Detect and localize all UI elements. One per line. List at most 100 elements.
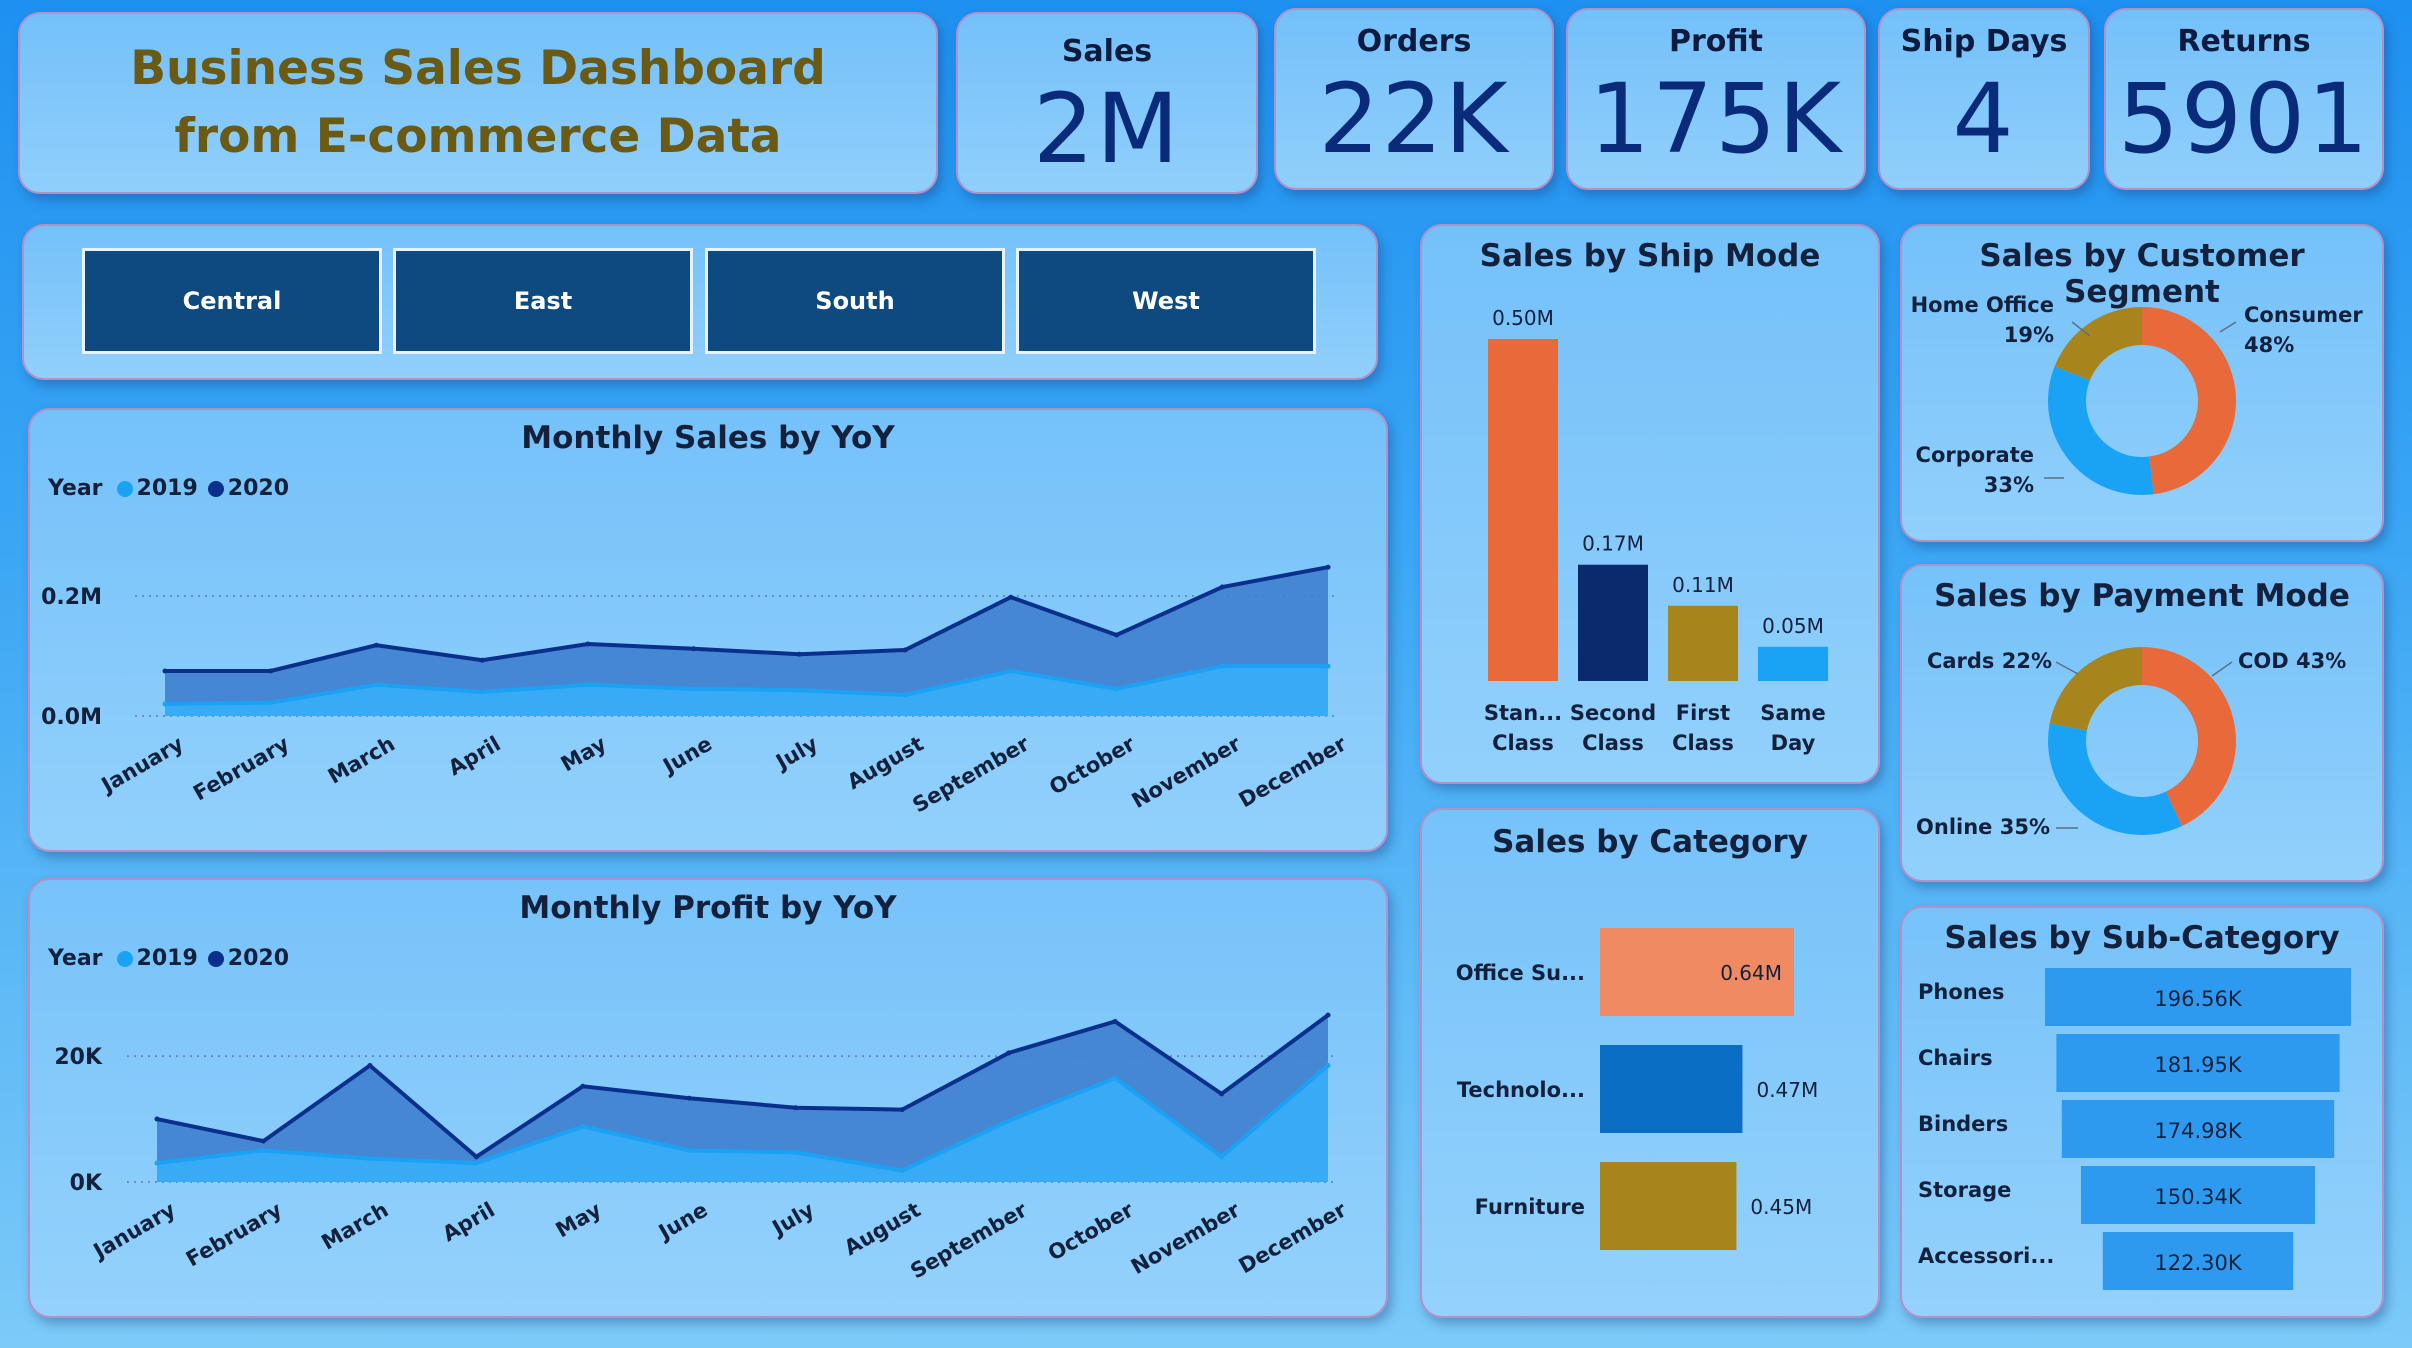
x-tick-label: September xyxy=(906,1197,1031,1283)
point-2019 xyxy=(796,687,802,693)
region-button-south[interactable]: South xyxy=(705,248,1005,354)
point-2019 xyxy=(1006,1118,1012,1124)
data-label: 0.05M xyxy=(1762,614,1824,638)
monthly-sales-chart: 0.0M 0.2M January February March April May June… xyxy=(41,564,1351,817)
x-tick-label: November xyxy=(1127,1197,1245,1279)
point-2019 xyxy=(367,1156,373,1162)
point-2020 xyxy=(1325,1012,1331,1018)
point-2019 xyxy=(585,682,591,688)
x-tick-label: December xyxy=(1235,1197,1351,1278)
x-tick-label: September xyxy=(909,731,1034,817)
data-label: 181.95K xyxy=(2154,1053,2242,1077)
x-tick-label: November xyxy=(1128,731,1246,813)
point-2019 xyxy=(473,1160,479,1166)
point-2019 xyxy=(580,1124,586,1130)
x-tick-label: March xyxy=(317,1198,392,1255)
category-card: Sales by Category Office Su... 0.64M Techn… xyxy=(1420,808,1880,1318)
x-tick-label: January xyxy=(96,731,188,798)
data-label: 174.98K xyxy=(2154,1119,2242,1143)
point-2019 xyxy=(1112,1075,1118,1081)
bar xyxy=(1600,1162,1737,1250)
customer-segment-card: Sales by Customer Segment Consumer 48% Cor… xyxy=(1900,224,2384,542)
monthly-profit-chart: 0K 20K January February March April May June Jul… xyxy=(54,1012,1351,1283)
x-tick-label: February xyxy=(189,731,293,805)
point-2019 xyxy=(1325,1063,1331,1069)
data-label: 150.34K xyxy=(2154,1185,2242,1209)
point-2020 xyxy=(373,642,379,648)
bar xyxy=(1758,646,1828,681)
data-label: 0.50M xyxy=(1492,306,1554,330)
leader-line xyxy=(2055,661,2079,675)
x-tick-label: Same xyxy=(1760,701,1825,725)
point-2019 xyxy=(899,1168,905,1174)
slice-label: 33% xyxy=(1984,473,2034,497)
point-2019 xyxy=(902,692,908,698)
ship-mode-card: Sales by Ship Mode 0.50M Stan... Class 0.17… xyxy=(1420,224,1880,784)
point-2020 xyxy=(796,651,802,657)
x-tick-label: April xyxy=(444,732,505,781)
leader-line xyxy=(2211,661,2233,677)
point-2019 xyxy=(691,686,697,692)
x-tick-label: October xyxy=(1044,1197,1138,1265)
slice-label: Consumer xyxy=(2244,303,2363,327)
kpi-value: 4 xyxy=(1952,63,2016,175)
y-tick-label: Furniture xyxy=(1475,1195,1585,1219)
leader-line xyxy=(2219,321,2237,333)
point-2019 xyxy=(1325,663,1331,669)
x-tick-label: Second xyxy=(1570,701,1656,725)
x-tick-label: June xyxy=(657,732,716,780)
point-2020 xyxy=(268,668,274,674)
x-tick-label: May xyxy=(552,1197,606,1242)
slice xyxy=(2049,647,2142,731)
slice xyxy=(2048,723,2183,835)
kpi-profit: Profit 175K xyxy=(1566,8,1866,190)
point-2019 xyxy=(268,700,274,706)
y-tick-label: Technolo... xyxy=(1457,1078,1585,1102)
point-2019 xyxy=(686,1148,692,1154)
point-2019 xyxy=(479,689,485,695)
data-label: 196.56K xyxy=(2154,987,2242,1011)
y-tick-label: Accessori... xyxy=(1918,1244,2054,1268)
point-2020 xyxy=(479,657,485,663)
kpi-value: 22K xyxy=(1318,63,1510,175)
region-button-west[interactable]: West xyxy=(1016,248,1316,354)
kpi-label: Returns xyxy=(2177,24,2311,59)
point-2019 xyxy=(162,701,168,707)
y-tick-label: Storage xyxy=(1918,1178,2011,1202)
slice-label: Home Office xyxy=(1911,293,2054,317)
kpi-label: Ship Days xyxy=(1900,24,2068,59)
slice-label: Cards 22% xyxy=(1927,649,2052,673)
dashboard-title: Business Sales Dashboard from E-commerce… xyxy=(130,41,826,164)
point-2020 xyxy=(162,668,168,674)
point-2020 xyxy=(793,1105,799,1111)
data-label: 0.45M xyxy=(1750,1195,1812,1219)
y-tick-label: Phones xyxy=(1918,980,2004,1004)
x-tick-label: First xyxy=(1676,701,1730,725)
point-2020 xyxy=(585,641,591,647)
kpi-returns: Returns 5901 xyxy=(2104,8,2384,190)
point-2020 xyxy=(686,1095,692,1101)
point-2019 xyxy=(373,682,379,688)
region-button-east[interactable]: East xyxy=(393,248,693,354)
x-tick-label: June xyxy=(653,1198,712,1246)
bar xyxy=(1668,605,1738,681)
data-label: 0.17M xyxy=(1582,532,1644,556)
x-tick-label: February xyxy=(182,1197,286,1271)
kpi-value: 2M xyxy=(1033,73,1181,185)
kpi-label: Orders xyxy=(1356,24,1472,59)
y-tick-label: Binders xyxy=(1918,1112,2008,1136)
slice-label: 48% xyxy=(2244,333,2294,357)
slice xyxy=(2054,307,2142,381)
point-2020 xyxy=(154,1116,160,1122)
point-2020 xyxy=(1112,1018,1118,1024)
y-tick-label: 0.2M xyxy=(41,585,102,610)
bar xyxy=(1488,339,1558,681)
x-tick-label: April xyxy=(438,1198,499,1247)
monthly-sales-card: Monthly Sales by YoY Year 2019 2020 0.0M… xyxy=(28,408,1388,852)
point-2020 xyxy=(1219,584,1225,590)
x-tick-label: July xyxy=(770,731,822,775)
point-2020 xyxy=(1008,594,1014,600)
slice xyxy=(2142,307,2236,495)
x-tick-label: December xyxy=(1235,731,1351,812)
region-button-central[interactable]: Central xyxy=(82,248,382,354)
